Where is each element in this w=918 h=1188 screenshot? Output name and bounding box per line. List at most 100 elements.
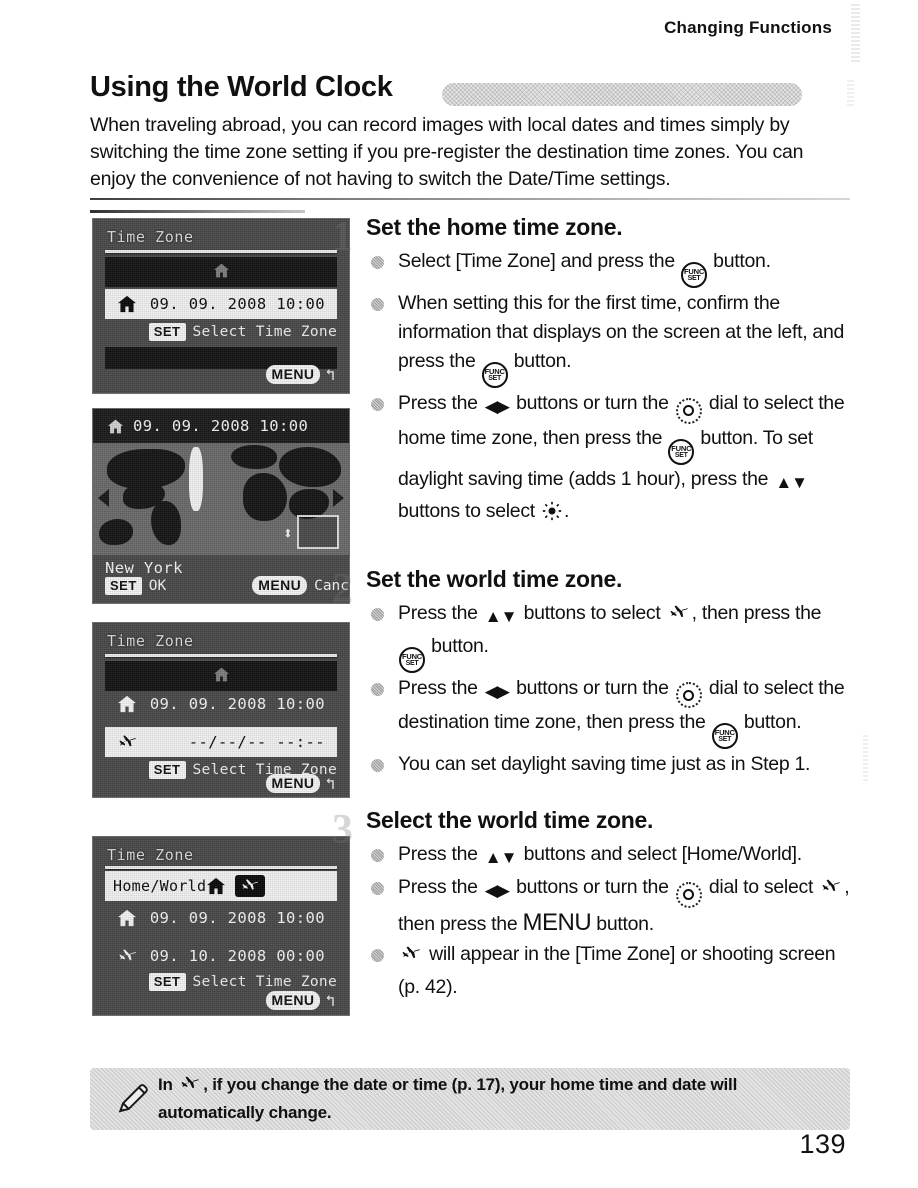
home-time-value: 09. 09. 2008 10:00 — [149, 695, 325, 713]
func-set-button-icon: FUNC SET — [711, 723, 738, 749]
plane-icon-cell — [105, 947, 149, 966]
home-icon — [107, 419, 124, 434]
step-number: 1 — [332, 214, 353, 260]
step-number: 3 — [332, 807, 353, 853]
running-header: Changing Functions — [664, 18, 832, 37]
lcd-row-home: 09. 09. 2008 10:00 — [105, 689, 337, 719]
selection-box — [297, 515, 339, 549]
home-icon-cell — [105, 909, 149, 927]
set-hint-label: Select Time Zone — [192, 974, 337, 990]
camera-screen-time-zone-world: Time Zone 09. 09. 2008 10:00 --/--/-- --… — [92, 622, 350, 798]
section-title-row: Using the World Clock — [90, 70, 866, 110]
title-decoration-band — [442, 83, 802, 106]
landmass — [243, 473, 287, 521]
lcd-title: Time Zone — [107, 846, 194, 864]
return-arrow-icon: ↰ — [325, 773, 335, 793]
step-bullet-list: Press the ▲▼ buttons to select , then pr… — [366, 599, 852, 780]
world-time-value: 09. 10. 2008 00:00 — [149, 947, 325, 965]
home-icon-cell — [105, 695, 149, 713]
plane-icon — [820, 877, 842, 906]
lcd-row-home-world: Home/World — [105, 871, 337, 901]
return-arrow-icon: ↰ — [325, 990, 335, 1010]
set-badge: SET — [148, 761, 186, 779]
menu-badge: MENU — [265, 774, 321, 793]
left-right-buttons-icon: ◀▶ — [484, 681, 510, 701]
menu-badge: MENU — [265, 991, 321, 1010]
plane-selected-chip[interactable] — [235, 875, 266, 897]
city-label: New York — [105, 559, 183, 577]
home-tab-icon — [105, 667, 337, 686]
menu-badge: MENU — [265, 365, 321, 384]
step-heading: Set the world time zone. — [366, 565, 623, 592]
lcd-row-tab — [105, 257, 337, 287]
home-tab-icon — [105, 263, 337, 282]
control-dial-icon — [675, 881, 702, 908]
map-footer: SET OK MENU Cancel — [105, 576, 349, 595]
selected-region — [189, 447, 203, 511]
return-arrow-icon: ↰ — [325, 364, 335, 384]
step-bullet-list: Select [Time Zone] and press the FUNC SET… — [366, 247, 852, 530]
func-set-button-icon: FUNC SET — [668, 438, 695, 465]
up-down-buttons-icon: ▲▼ — [775, 472, 808, 492]
step-number: 2 — [332, 565, 353, 612]
camera-screen-time-zone-home: Time Zone 09. 09. 2008 10:00 SET Select … — [92, 218, 350, 394]
map-time-value: 09. 09. 2008 10:00 — [133, 417, 309, 435]
home-icon — [206, 877, 226, 895]
step-bullet: will appear in the [Time Zone] or shooti… — [366, 940, 852, 1002]
landmass — [99, 519, 133, 545]
home-icon — [117, 909, 137, 927]
set-ok-group: SET OK — [105, 576, 167, 595]
step-bullet: Press the ◀▶ buttons or turn the dial to… — [366, 873, 852, 939]
set-hint-line: SET Select Time Zone — [105, 323, 337, 341]
home-icon — [213, 667, 230, 682]
home-time-value: 09. 09. 2008 10:00 — [149, 295, 325, 313]
note-text: In , if you change the date or time (p. … — [158, 1074, 738, 1122]
step-heading: Select the world time zone. — [366, 807, 654, 833]
map-left-arrow-icon[interactable] — [98, 489, 109, 507]
instruction-step: 1 Set the home time zone. Select [Time Zon… — [332, 214, 852, 530]
map-header: 09. 09. 2008 10:00 — [93, 409, 349, 443]
step-bullet: Press the ◀▶ buttons or turn the dial to… — [366, 389, 852, 530]
control-dial-icon — [675, 397, 702, 424]
home-icon — [117, 295, 137, 313]
step-bullet: You can set daylight saving time just as… — [366, 750, 852, 779]
camera-screen-world-map: 09. 09. 2008 10:00 ⬍ New York SET OK MEN… — [92, 408, 350, 604]
step-bullet: Press the ◀▶ buttons or turn the dial to… — [366, 674, 852, 749]
note-box: In , if you change the date or time (p. … — [90, 1068, 850, 1130]
plane-icon — [117, 947, 138, 966]
lcd-row-home: 09. 09. 2008 10:00 — [105, 903, 337, 933]
menu-button-label: MENU — [522, 908, 592, 936]
step-bullet: Press the ▲▼ buttons to select , then pr… — [366, 599, 852, 673]
menu-badge: MENU — [252, 576, 308, 595]
func-set-button-icon: FUNC SET — [681, 262, 708, 288]
map-right-arrow-icon[interactable] — [333, 489, 344, 507]
instruction-steps: 1 Set the home time zone. Select [Time Zon… — [332, 214, 852, 1003]
plane-icon — [240, 877, 260, 895]
set-action-label: OK — [148, 577, 167, 594]
step-bullet-list: Press the ▲▼ buttons and select [Home/Wo… — [366, 840, 852, 1002]
menu-hint: MENU ↰ — [265, 773, 335, 793]
control-dial-icon — [675, 682, 702, 708]
scan-artifact — [851, 4, 860, 62]
scan-artifact — [863, 735, 868, 783]
world-map-graphic: ⬍ — [93, 443, 349, 555]
lcd-separator — [105, 654, 337, 657]
home-icon — [213, 263, 230, 278]
intro-paragraph: When traveling abroad, you can record im… — [90, 114, 804, 190]
set-badge: SET — [105, 576, 142, 595]
landmass — [231, 445, 277, 469]
instruction-step: 3 Select the world time zone. Press the ▲▼… — [332, 807, 852, 1002]
plane-icon — [179, 1074, 201, 1101]
divider-stub — [90, 210, 305, 213]
func-set-button-icon: FUNC SET — [481, 362, 508, 388]
step-heading: Set the home time zone. — [366, 214, 623, 240]
plane-icon-cell — [105, 733, 149, 752]
home-time-value: 09. 09. 2008 10:00 — [149, 909, 325, 927]
page-number: 139 — [799, 1129, 846, 1159]
lcd-row-tab — [105, 661, 337, 691]
plane-icon — [400, 944, 422, 973]
screenshot-column: Time Zone 09. 09. 2008 10:00 SET Select … — [92, 218, 350, 1016]
world-time-value: --/--/-- --:-- — [188, 733, 325, 751]
lcd-row-home: 09. 09. 2008 10:00 — [105, 289, 337, 319]
plane-icon — [117, 733, 138, 752]
